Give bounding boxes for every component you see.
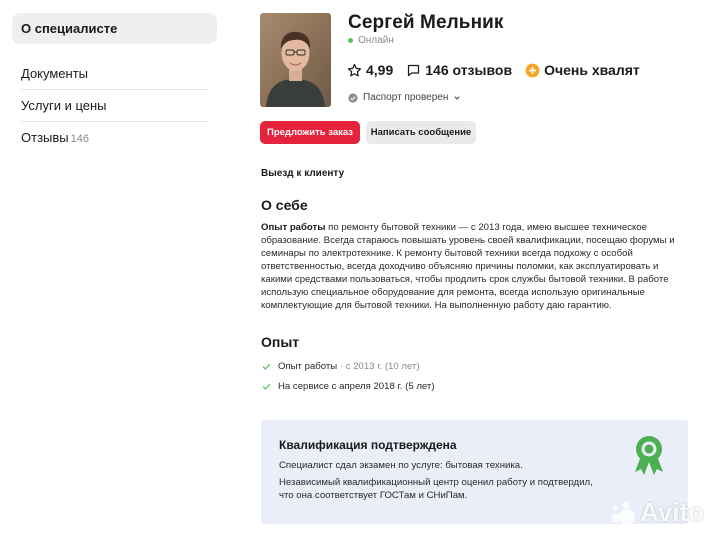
experience-item: Опыт работы · с 2013 г. (10 лет) [262, 361, 420, 372]
propose-order-button[interactable]: Предложить заказ [260, 121, 360, 144]
about-body: по ремонту бытовой техники — с 2013 года… [261, 222, 675, 311]
rating-value: 4,99 [366, 62, 394, 78]
star-icon [347, 63, 362, 76]
sidebar-item-label: Отзывы [21, 130, 69, 145]
experience-item: На сервисе с апреля 2018 г. (5 лет) [262, 381, 435, 392]
watermark-text: Avito [640, 497, 705, 527]
praise-label: Очень хвалят [544, 62, 640, 78]
about-title: О себе [261, 197, 308, 213]
check-circle-icon [348, 92, 358, 103]
avito-logo-icon [611, 501, 635, 525]
online-label: Онлайн [358, 35, 394, 46]
write-message-button[interactable]: Написать сообщение [366, 121, 476, 144]
chevron-down-icon [454, 95, 461, 100]
online-status: Онлайн [348, 35, 394, 46]
sidebar-item-services[interactable]: Услуги и цены [12, 90, 217, 121]
avatar-photo [260, 13, 331, 107]
stats-row: 4,99 146 отзывов Очень хвалят [347, 62, 653, 78]
reviews-count: 146 [70, 133, 89, 145]
experience-detail: · с 2013 г. (10 лет) [339, 361, 420, 372]
sidebar: О специалисте Документы Услуги и цены От… [12, 13, 217, 153]
check-icon [262, 363, 271, 370]
qualification-title: Квалификация подтверждена [279, 438, 457, 452]
departure-label: Выезд к клиенту [261, 168, 345, 179]
praise-badge: Очень хвалят [525, 62, 640, 78]
qualification-exam: Специалист сдал экзамен по услуге: бытов… [279, 460, 523, 471]
reviews-count-label: 146 отзывов [425, 62, 513, 78]
experience-title: Опыт [261, 334, 300, 350]
sidebar-item-documents[interactable]: Документы [12, 58, 217, 89]
verified-label: Паспорт проверен [363, 92, 449, 103]
check-icon [262, 383, 271, 390]
experience-label: Опыт работы [278, 361, 338, 372]
chat-bubble-icon [408, 64, 420, 76]
sidebar-item-about[interactable]: О специалисте [12, 13, 217, 44]
experience-label: На сервисе с апреля 2018 г. (5 лет) [278, 381, 435, 392]
about-text: Опыт работы по ремонту бытовой техники —… [261, 221, 681, 312]
online-dot-icon [348, 38, 353, 43]
award-badge-icon [635, 436, 663, 475]
about-lead: Опыт работы [261, 222, 326, 233]
plus-circle-icon [525, 63, 540, 77]
avatar[interactable] [260, 13, 331, 107]
reviews-link[interactable]: 146 отзывов [406, 62, 512, 78]
specialist-name: Сергей Мельник [348, 12, 504, 33]
rating[interactable]: 4,99 [347, 62, 393, 78]
avito-watermark: Avito [610, 497, 704, 528]
passport-verified[interactable]: Паспорт проверен [348, 92, 461, 103]
qualification-center: Независимый квалификационный центр оцени… [279, 477, 593, 501]
sidebar-item-reviews[interactable]: Отзывы 146 [12, 122, 217, 153]
